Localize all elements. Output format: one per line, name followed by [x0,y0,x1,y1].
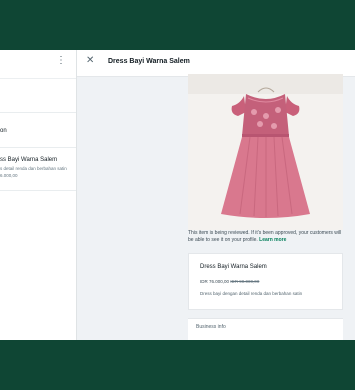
learn-more-link[interactable]: Learn more [259,237,286,243]
app-window: ⋮ on ss Bayi Warna Salem s detail renda … [0,50,355,340]
product-snippet-description: s detail renda dan berbahan satin [0,166,67,171]
sidebar: ⋮ on ss Bayi Warna Salem s detail renda … [0,50,77,340]
close-icon[interactable]: ✕ [86,55,94,66]
more-vertical-icon[interactable]: ⋮ [56,56,66,66]
product-price-row: IDR 76.000,00 IDR 90.000,00 [200,279,259,284]
product-price: IDR 76.000,00 [200,279,230,284]
divider [0,112,76,113]
product-description: Dress bayi dengan detail renda dan berba… [200,291,303,296]
product-image[interactable] [188,74,343,230]
divider [0,147,76,148]
divider [0,190,76,191]
product-snippet-price: 6.000,00 [0,173,18,178]
review-notice: This item is being reviewed. If it's bee… [188,230,343,244]
product-name: Dress Bayi Warna Salem [200,264,267,270]
panel-header: ✕ Dress Bayi Warna Salem [77,50,355,77]
sidebar-item-label[interactable]: on [0,128,7,134]
product-old-price: IDR 90.000,00 [230,279,260,284]
business-info-label: Business info [196,324,226,330]
sidebar-header: ⋮ [0,50,76,79]
panel-title: Dress Bayi Warna Salem [108,58,190,65]
business-info-section: Business info [188,318,343,340]
dress-image [188,74,343,230]
product-detail-panel: ✕ Dress Bayi Warna Salem This item is be… [77,50,355,340]
product-info-card: Dress Bayi Warna Salem IDR 76.000,00 IDR… [188,253,343,310]
product-snippet-title[interactable]: ss Bayi Warna Salem [0,157,57,163]
